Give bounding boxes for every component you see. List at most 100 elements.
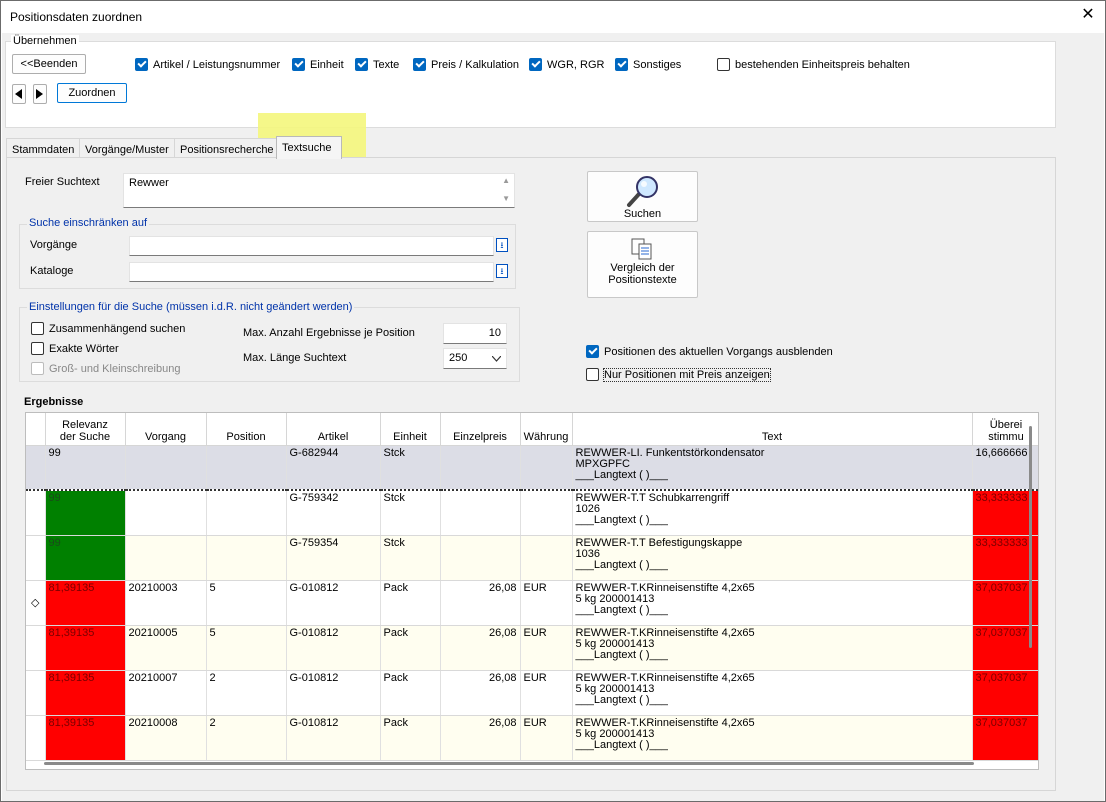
cell-relevanz: 99 bbox=[45, 490, 126, 536]
text-line: REWWER-LI. Funkentstörkondensator bbox=[575, 446, 765, 459]
cell-einzelpreis bbox=[440, 490, 521, 536]
vertical-scrollbar[interactable] bbox=[1029, 426, 1032, 648]
wgr-checkbox[interactable]: WGR, RGR bbox=[529, 58, 604, 71]
dialog-window: Positionsdaten zuordnen ✕ Übernehmen <<B… bbox=[0, 0, 1106, 802]
tab-positionsrecherche[interactable]: Positionsrecherche bbox=[174, 138, 280, 158]
checkbox-box bbox=[355, 58, 368, 71]
header-einheit[interactable]: Einheit bbox=[380, 413, 441, 446]
cell-artikel: G-010812 bbox=[286, 625, 381, 671]
zusammenhaengend-label: Zusammenhängend suchen bbox=[49, 322, 186, 335]
zuordnen-button[interactable]: Zuordnen bbox=[57, 83, 127, 103]
cell-text: REWWER-T.KRinneisenstifte 4,2x65 5 kg 200… bbox=[572, 625, 973, 671]
preis-checkbox[interactable]: Preis / Kalkulation bbox=[413, 58, 519, 71]
checkbox-box bbox=[292, 58, 305, 71]
text-line: 5 kg 200001413 bbox=[575, 592, 655, 605]
beenden-button[interactable]: <<Beenden bbox=[12, 54, 86, 74]
nur-preis-checkbox[interactable]: Nur Positionen mit Preis anzeigen bbox=[586, 367, 771, 382]
einheitspreis-behalten-label: bestehenden Einheitspreis behalten bbox=[735, 58, 910, 71]
table-row[interactable]: 81,39135 20210008 2 G-010812 Pack 26,08 EUR REW… bbox=[26, 715, 1038, 761]
next-arrow-button[interactable] bbox=[33, 84, 47, 104]
header-einzelpreis[interactable]: Einzelpreis bbox=[440, 413, 521, 446]
table-row[interactable]: 99 G-682944 Stck REWWER-LI. Funkentstörkond… bbox=[26, 445, 1038, 491]
text-line: ___Langtext ( )___ bbox=[575, 648, 668, 661]
tab-vorgaenge-muster[interactable]: Vorgänge/Muster bbox=[79, 138, 175, 158]
window-title: Positionsdaten zuordnen bbox=[10, 10, 143, 24]
cell-relevanz: 99 bbox=[45, 445, 126, 491]
cell-vorgang: 20210005 bbox=[125, 625, 207, 671]
vergleich-button[interactable]: Vergleich der Positionstexte bbox=[587, 231, 698, 298]
cell-position: 5 bbox=[206, 625, 287, 671]
scroll-up-icon[interactable]: ▲ bbox=[502, 176, 510, 185]
header-waehrung[interactable]: Währung bbox=[520, 413, 573, 446]
kataloge-input[interactable] bbox=[129, 262, 494, 282]
freier-suchtext-input[interactable]: Rewwer ▲ ▼ bbox=[123, 173, 515, 208]
cell-relevanz: 81,39135 bbox=[45, 625, 126, 671]
cell-waehrung bbox=[520, 445, 573, 491]
cell-text: REWWER-T.KRinneisenstifte 4,2x65 5 kg 200… bbox=[572, 715, 973, 761]
cell-artikel: G-010812 bbox=[286, 580, 381, 626]
cell-einheit: Stck bbox=[380, 535, 441, 581]
cell-einheit: Pack bbox=[380, 625, 441, 671]
max-laenge-select[interactable]: 250 bbox=[443, 348, 507, 369]
chevron-down-icon bbox=[492, 356, 501, 362]
texte-checkbox[interactable]: Texte bbox=[355, 58, 399, 71]
artikel-checkbox[interactable]: Artikel / Leistungsnummer bbox=[135, 58, 280, 71]
header-relevanz[interactable]: Relevanz der Suche bbox=[45, 413, 126, 446]
cell-einzelpreis: 26,08 bbox=[440, 580, 521, 626]
text-line: 5 kg 200001413 bbox=[575, 727, 655, 740]
cell-position bbox=[206, 490, 287, 536]
cell-waehrung bbox=[520, 490, 573, 536]
header-position[interactable]: Position bbox=[206, 413, 287, 446]
triangle-right-icon bbox=[36, 89, 43, 99]
ausblenden-checkbox[interactable]: Positionen des aktuellen Vorgangs ausble… bbox=[586, 345, 833, 358]
prev-arrow-button[interactable] bbox=[12, 84, 26, 104]
tab-textsuche[interactable]: Textsuche bbox=[276, 136, 342, 159]
einheit-checkbox[interactable]: Einheit bbox=[292, 58, 344, 71]
table-row[interactable]: 81,39135 20210005 5 G-010812 Pack 26,08 EUR REW… bbox=[26, 625, 1038, 671]
checkbox-box bbox=[529, 58, 542, 71]
magnifier-icon bbox=[627, 176, 658, 207]
cell-vorgang bbox=[125, 445, 207, 491]
scroll-down-icon[interactable]: ▼ bbox=[502, 194, 510, 203]
cell-waehrung: EUR bbox=[520, 670, 573, 716]
cell-uebereinstimmung: 37,037037 bbox=[972, 670, 1038, 716]
max-anzahl-input[interactable]: 10 bbox=[443, 323, 507, 344]
cell-artikel: G-759354 bbox=[286, 535, 381, 581]
cell-einzelpreis: 26,08 bbox=[440, 715, 521, 761]
table-row[interactable]: 81,39135 20210007 2 G-010812 Pack 26,08 EUR REW… bbox=[26, 670, 1038, 716]
vorgaenge-dropdown-icon[interactable]: ⭳ bbox=[496, 238, 508, 252]
text-line: ___Langtext ( )___ bbox=[575, 738, 668, 751]
table-row[interactable]: 99 G-759354 Stck REWWER-T.T Befestigungskap… bbox=[26, 535, 1038, 581]
row-indicator: ◇ bbox=[26, 580, 46, 626]
text-line: REWWER-T.KRinneisenstifte 4,2x65 bbox=[575, 671, 755, 684]
tab-stammdaten[interactable]: Stammdaten bbox=[6, 138, 81, 158]
nur-preis-label: Nur Positionen mit Preis anzeigen bbox=[603, 367, 771, 382]
cell-text: REWWER-LI. Funkentstörkondensator MPXGPFC… bbox=[572, 445, 973, 491]
einheitspreis-behalten-checkbox[interactable]: bestehenden Einheitspreis behalten bbox=[717, 58, 910, 71]
table-row[interactable]: 99 G-759342 Stck REWWER-T.T Schubkarrengrif… bbox=[26, 490, 1038, 536]
exakte-woerter-checkbox[interactable]: Exakte Wörter bbox=[31, 342, 119, 355]
results-grid[interactable]: Relevanz der Suche Vorgang Position Artik… bbox=[25, 412, 1039, 770]
results-header-row: Relevanz der Suche Vorgang Position Artik… bbox=[26, 413, 1038, 446]
artikel-label: Artikel / Leistungsnummer bbox=[153, 58, 281, 71]
vorgaenge-input[interactable] bbox=[129, 236, 494, 256]
zusammenhaengend-checkbox[interactable]: Zusammenhängend suchen bbox=[31, 322, 185, 335]
vorgaenge-label: Vorgänge bbox=[30, 239, 78, 251]
kataloge-dropdown-icon[interactable]: ⭳ bbox=[496, 264, 508, 278]
header-vorgang[interactable]: Vorgang bbox=[125, 413, 207, 446]
cell-vorgang: 20210003 bbox=[125, 580, 207, 626]
row-indicator bbox=[26, 490, 46, 536]
table-row[interactable]: ◇ 81,39135 20210003 5 G-010812 Pack 26,08 EUR RE… bbox=[26, 580, 1038, 626]
close-icon[interactable]: ✕ bbox=[1079, 6, 1097, 24]
cell-position: 2 bbox=[206, 715, 287, 761]
cell-waehrung: EUR bbox=[520, 715, 573, 761]
text-line: 1036 bbox=[575, 547, 600, 560]
sonstiges-checkbox[interactable]: Sonstiges bbox=[615, 58, 681, 71]
text-line: ___Langtext ( )___ bbox=[575, 603, 668, 616]
header-text[interactable]: Text bbox=[572, 413, 973, 446]
triangle-left-icon bbox=[15, 89, 22, 99]
suchen-button[interactable]: Suchen bbox=[587, 171, 698, 222]
horizontal-scrollbar[interactable] bbox=[44, 762, 974, 765]
header-artikel[interactable]: Artikel bbox=[286, 413, 381, 446]
vergleich-label-2: Positionstexte bbox=[608, 274, 677, 286]
